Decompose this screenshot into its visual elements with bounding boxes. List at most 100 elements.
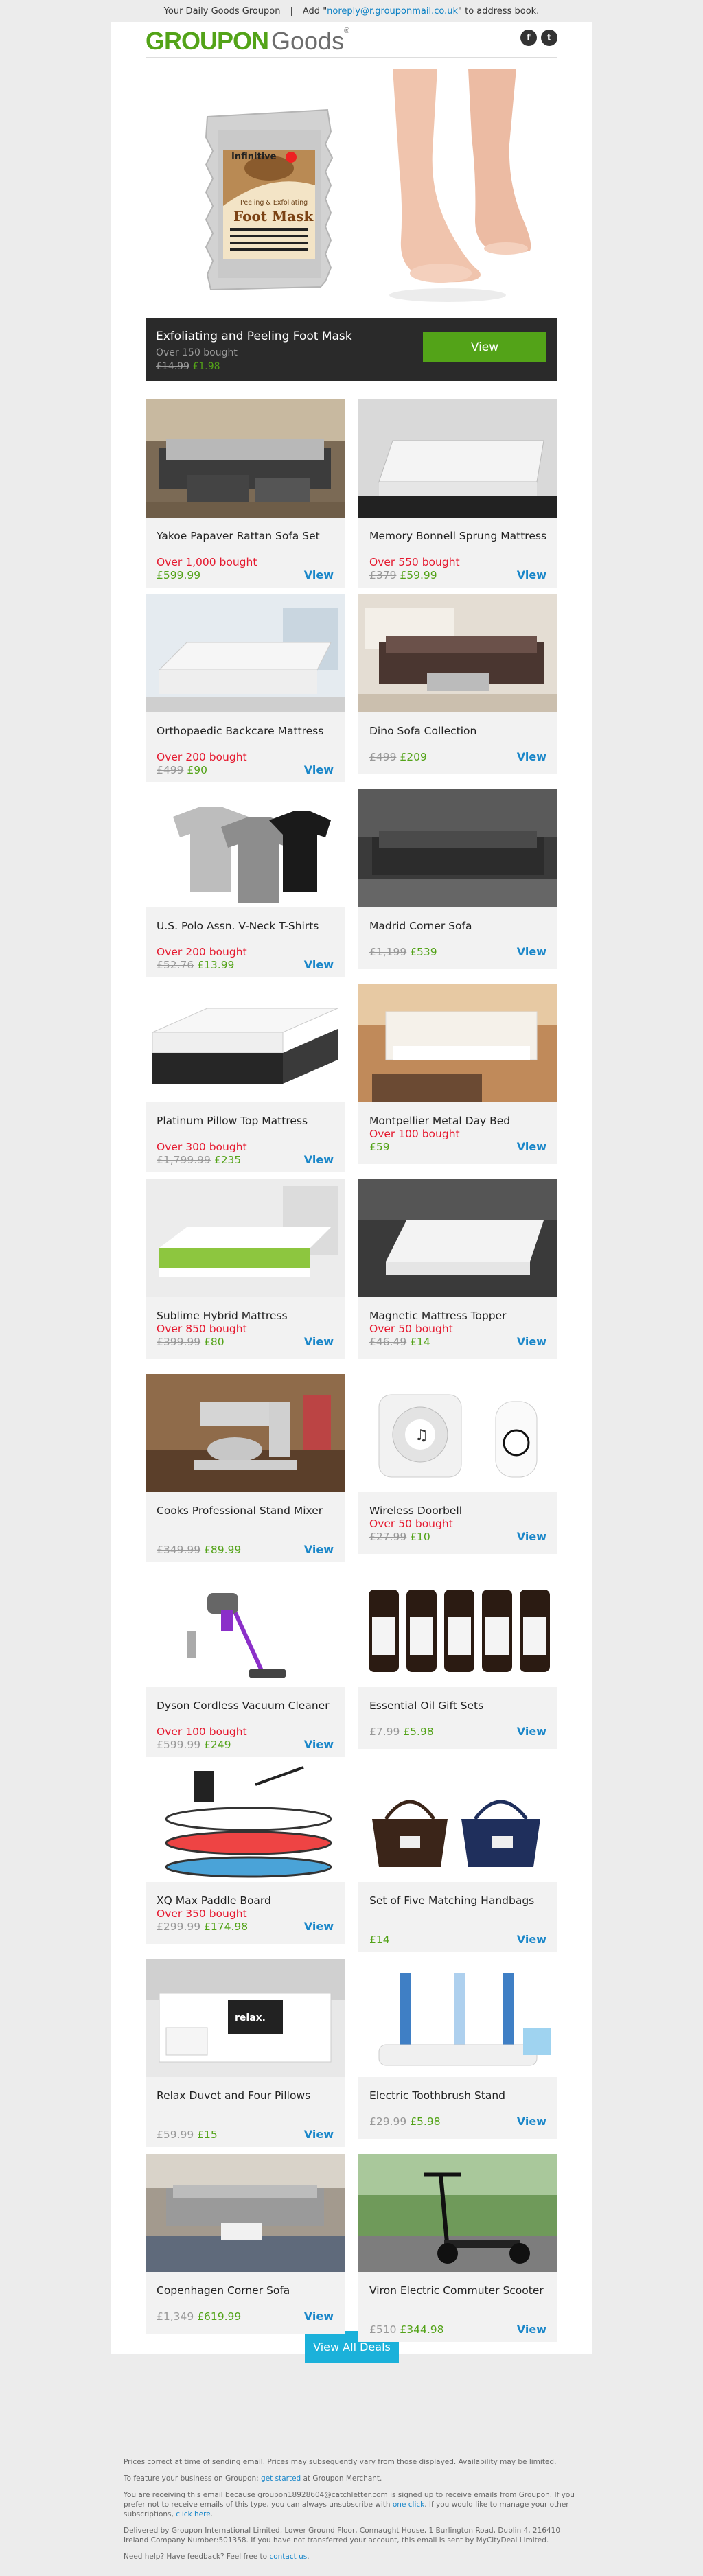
deal-title[interactable]: Memory Bonnell Sprung Mattress — [369, 530, 548, 543]
deal-card[interactable]: Platinum Pillow Top Mattress Over 300 bou… — [146, 984, 345, 1172]
deal-image[interactable]: ♫ — [358, 1374, 557, 1492]
deal-card[interactable]: relax. Relax Duvet and Four Pillows £59.99… — [146, 1959, 345, 2147]
contact-us-link[interactable]: contact us — [269, 2553, 307, 2561]
unsubscribe-link[interactable]: one click — [393, 2500, 424, 2509]
deal-image[interactable] — [358, 1764, 557, 1882]
deal-title[interactable]: Viron Electric Commuter Scooter — [369, 2284, 548, 2297]
deal-card[interactable]: Madrid Corner Sofa £1,199 £539 View — [358, 789, 557, 969]
deal-image[interactable] — [146, 1569, 345, 1687]
deal-card[interactable]: Memory Bonnell Sprung Mattress Over 550 b… — [358, 399, 557, 588]
address-book-email-link[interactable]: noreply@r.grouponmail.co.uk — [327, 6, 458, 16]
deal-image[interactable] — [358, 1959, 557, 2077]
deal-card[interactable]: Copenhagen Corner Sofa £1,349 £619.99 View — [146, 2154, 345, 2334]
was-price: £1,349 — [157, 2310, 194, 2323]
now-price: £235 — [214, 1154, 242, 1166]
deal-card[interactable]: Cooks Professional Stand Mixer £349.99 £8… — [146, 1374, 345, 1562]
deal-view-link[interactable]: View — [304, 1543, 334, 1556]
deal-view-link[interactable]: View — [517, 2115, 546, 2128]
twitter-icon[interactable]: t — [541, 30, 557, 46]
deal-card[interactable]: Set of Five Matching Handbags £14 View — [358, 1764, 557, 1952]
deal-image[interactable] — [146, 1764, 345, 1882]
deal-view-link[interactable]: View — [517, 945, 546, 958]
deal-title[interactable]: Cooks Professional Stand Mixer — [157, 1505, 335, 1518]
deal-image[interactable] — [358, 1179, 557, 1297]
deal-image[interactable] — [358, 2154, 557, 2272]
deal-card[interactable]: Electric Toothbrush Stand £29.99 £5.98 Vie… — [358, 1959, 557, 2139]
deal-card[interactable]: ♫ Wireless Doorbell Over 50 bought £27.99 £… — [358, 1374, 557, 1554]
deal-title[interactable]: Relax Duvet and Four Pillows — [157, 2089, 335, 2102]
deal-view-link[interactable]: View — [304, 1738, 334, 1751]
deal-view-link[interactable]: View — [517, 568, 546, 581]
groupon-goods-logo[interactable]: GROUPON Goods® — [146, 27, 349, 56]
now-price: £599.99 — [157, 569, 201, 581]
deal-info: U.S. Polo Assn. V-Neck T-Shirts Over 200 … — [146, 907, 345, 977]
deal-view-link[interactable]: View — [517, 1530, 546, 1543]
deal-image[interactable] — [146, 984, 345, 1102]
deal-view-link[interactable]: View — [517, 1933, 546, 1946]
deal-image[interactable] — [358, 399, 557, 518]
deal-title[interactable]: Platinum Pillow Top Mattress — [157, 1115, 335, 1128]
deal-title[interactable]: Essential Oil Gift Sets — [369, 1699, 548, 1713]
deal-title[interactable]: Montpellier Metal Day Bed — [369, 1115, 548, 1128]
deal-title[interactable]: Magnetic Mattress Topper — [369, 1310, 548, 1323]
deal-image[interactable] — [146, 789, 345, 907]
deal-image[interactable] — [146, 1374, 345, 1492]
deal-title[interactable]: Madrid Corner Sofa — [369, 920, 548, 933]
deal-title[interactable]: U.S. Polo Assn. V-Neck T-Shirts — [157, 920, 335, 933]
deal-card[interactable]: Essential Oil Gift Sets £7.99 £5.98 View — [358, 1569, 557, 1749]
hero-view-button[interactable]: View — [423, 332, 546, 362]
deal-image[interactable] — [146, 594, 345, 712]
deal-view-link[interactable]: View — [304, 2310, 334, 2323]
deal-title[interactable]: Yakoe Papaver Rattan Sofa Set — [157, 530, 335, 543]
deal-image[interactable] — [146, 1179, 345, 1297]
hero-image[interactable]: Infinitive Peeling & Exfoliating Foot Ma… — [146, 69, 557, 332]
deal-card[interactable]: U.S. Polo Assn. V-Neck T-Shirts Over 200 … — [146, 789, 345, 977]
deal-view-link[interactable]: View — [517, 1725, 546, 1738]
get-started-link[interactable]: get started — [261, 2474, 301, 2483]
deal-view-link[interactable]: View — [304, 1153, 334, 1166]
deal-view-link[interactable]: View — [304, 568, 334, 581]
deal-view-link[interactable]: View — [517, 750, 546, 763]
deal-prices: £1,799.99 £235 — [157, 1154, 241, 1166]
deal-title[interactable]: Orthopaedic Backcare Mattress — [157, 725, 335, 738]
deal-view-link[interactable]: View — [304, 1335, 334, 1348]
deal-image[interactable] — [146, 399, 345, 518]
deal-title[interactable]: Sublime Hybrid Mattress — [157, 1310, 335, 1323]
deal-card[interactable]: Orthopaedic Backcare Mattress Over 200 bo… — [146, 594, 345, 782]
deal-card[interactable]: Sublime Hybrid Mattress Over 850 bought £3… — [146, 1179, 345, 1359]
deal-card[interactable]: Viron Electric Commuter Scooter £510 £344… — [358, 2154, 557, 2342]
deal-view-link[interactable]: View — [304, 958, 334, 971]
deal-image[interactable] — [358, 789, 557, 907]
deal-info: Platinum Pillow Top Mattress Over 300 bou… — [146, 1102, 345, 1172]
deal-card[interactable]: Dino Sofa Collection £499 £209 View — [358, 594, 557, 774]
deal-view-link[interactable]: View — [517, 2323, 546, 2336]
deal-title[interactable]: Set of Five Matching Handbags — [369, 1894, 548, 1907]
deal-bought-count: Over 1,000 bought — [157, 556, 257, 568]
deal-title[interactable]: Dino Sofa Collection — [369, 725, 548, 738]
deal-view-link[interactable]: View — [304, 763, 334, 776]
pack-name: Foot Mask — [233, 208, 314, 224]
deal-image[interactable] — [146, 2154, 345, 2272]
hero-deal-bar[interactable]: Exfoliating and Peeling Foot Mask Over 1… — [146, 318, 557, 381]
deal-card[interactable]: Montpellier Metal Day Bed Over 100 bought… — [358, 984, 557, 1164]
deal-title[interactable]: Dyson Cordless Vacuum Cleaner — [157, 1699, 335, 1713]
deal-image[interactable]: relax. — [146, 1959, 345, 2077]
deal-title[interactable]: XQ Max Paddle Board — [157, 1894, 335, 1907]
deal-image[interactable] — [358, 984, 557, 1102]
deal-title[interactable]: Wireless Doorbell — [369, 1505, 548, 1518]
deal-view-link[interactable]: View — [304, 1920, 334, 1933]
deal-title[interactable]: Copenhagen Corner Sofa — [157, 2284, 335, 2297]
facebook-icon[interactable]: f — [520, 30, 537, 46]
hero-deal-title[interactable]: Exfoliating and Peeling Foot Mask — [156, 329, 352, 343]
deal-image[interactable] — [358, 1569, 557, 1687]
deal-view-link[interactable]: View — [304, 2128, 334, 2141]
deal-card[interactable]: Magnetic Mattress Topper Over 50 bought £4… — [358, 1179, 557, 1359]
manage-subscriptions-link[interactable]: click here — [176, 2510, 210, 2518]
deal-card[interactable]: Yakoe Papaver Rattan Sofa Set Over 1,000 … — [146, 399, 345, 588]
deal-view-link[interactable]: View — [517, 1335, 546, 1348]
deal-view-link[interactable]: View — [517, 1140, 546, 1153]
deal-title[interactable]: Electric Toothbrush Stand — [369, 2089, 548, 2102]
deal-card[interactable]: XQ Max Paddle Board Over 350 bought £299.9… — [146, 1764, 345, 1944]
deal-image[interactable] — [358, 594, 557, 712]
deal-card[interactable]: Dyson Cordless Vacuum Cleaner Over 100 bo… — [146, 1569, 345, 1757]
